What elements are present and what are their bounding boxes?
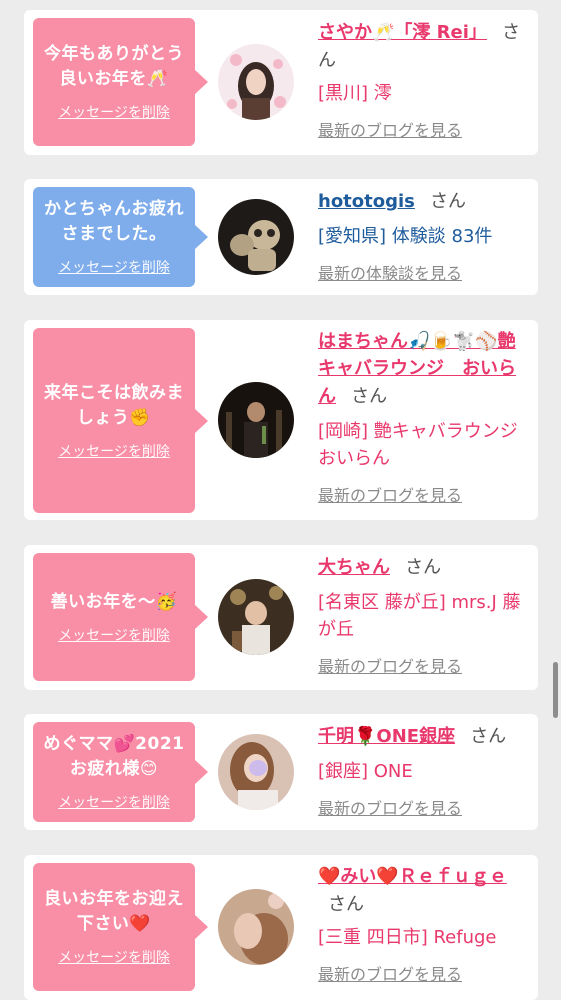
- location-text: [愛知県] 体験談 83件: [318, 226, 493, 247]
- honorific: さん: [470, 726, 507, 747]
- profile-name-link[interactable]: 大ちゃん: [318, 557, 390, 578]
- message-bubble: 来年こそは飲みましょう✊ メッセージを削除: [33, 328, 208, 513]
- honorific: さん: [405, 557, 442, 578]
- profile-name-link[interactable]: さやか🥂「澪 Rei」: [318, 22, 487, 43]
- message-card: 今年もありがとう良いお年を🥂 メッセージを削除 さやか🥂「澪 Rei」 さん […: [24, 10, 538, 155]
- scrollbar-thumb[interactable]: [553, 662, 558, 718]
- message-card: 善いお年を〜🥳 メッセージを削除 大ちゃん さん [名東区 藤が丘] mrs.J…: [24, 545, 538, 690]
- profile-info: ❤️みい❤️Ｒｅｆｕｇｅ さん [三重 四日市] Refuge 最新のブログを見…: [318, 863, 528, 985]
- location-text: [三重 四日市] Refuge: [318, 927, 497, 948]
- message-bubble: 今年もありがとう良いお年を🥂 メッセージを削除: [33, 18, 208, 146]
- delete-message-link[interactable]: メッセージを削除: [58, 257, 170, 277]
- location-text: [黒川] 澪: [318, 83, 392, 104]
- avatar[interactable]: [218, 579, 294, 655]
- latest-experience-link[interactable]: 最新の体験談を見る: [318, 260, 462, 284]
- avatar[interactable]: [218, 44, 294, 120]
- profile-info: 大ちゃん さん [名東区 藤が丘] mrs.J 藤が丘 最新のブログを見る: [318, 553, 528, 677]
- message-text: 善いお年を〜🥳: [50, 591, 178, 612]
- honorific: さん: [328, 894, 364, 915]
- latest-blog-link[interactable]: 最新のブログを見る: [318, 482, 462, 506]
- message-text: 今年もありがとう良いお年を🥂: [44, 44, 184, 89]
- profile-name-link[interactable]: hototogis: [318, 191, 415, 212]
- avatar[interactable]: [218, 734, 294, 810]
- profile-info: 千明🌹ONE銀座 さん [銀座] ONE 最新のブログを見る: [318, 722, 528, 819]
- message-list: 今年もありがとう良いお年を🥂 メッセージを削除 さやか🥂「澪 Rei」 さん […: [0, 0, 561, 1000]
- avatar[interactable]: [218, 199, 294, 275]
- avatar[interactable]: [218, 382, 294, 458]
- message-text: かとちゃんお疲れさまでした。: [44, 199, 184, 244]
- message-card: めぐママ💕2021お疲れ様😊 メッセージを削除 千明🌹ONE銀座 さん [銀座]…: [24, 714, 538, 830]
- delete-message-link[interactable]: メッセージを削除: [58, 625, 170, 645]
- profile-name-link[interactable]: はまちゃん🎣🍺🐩⚾艶キャバラウンジ おいらん: [318, 331, 516, 407]
- latest-blog-link[interactable]: 最新のブログを見る: [318, 117, 462, 141]
- location-text: [岡崎] 艶キャバラウンジ おいらん: [318, 421, 518, 469]
- honorific: さん: [351, 386, 388, 407]
- delete-message-link[interactable]: メッセージを削除: [58, 792, 170, 812]
- message-bubble: 良いお年をお迎え下さい❤️ メッセージを削除: [33, 863, 208, 991]
- message-text: 良いお年をお迎え下さい❤️: [44, 889, 184, 934]
- profile-name-link[interactable]: ❤️みい❤️Ｒｅｆｕｇｅ: [318, 866, 507, 887]
- latest-blog-link[interactable]: 最新のブログを見る: [318, 961, 462, 985]
- profile-info: さやか🥂「澪 Rei」 さん [黒川] 澪 最新のブログを見る: [318, 18, 528, 141]
- message-card: かとちゃんお疲れさまでした。 メッセージを削除 hototogis さん [愛知…: [24, 179, 538, 295]
- message-bubble: かとちゃんお疲れさまでした。 メッセージを削除: [33, 187, 208, 287]
- profile-name-link[interactable]: 千明🌹ONE銀座: [318, 726, 455, 747]
- avatar[interactable]: [218, 889, 294, 965]
- message-bubble: めぐママ💕2021お疲れ様😊 メッセージを削除: [33, 722, 208, 822]
- message-text: 来年こそは飲みましょう✊: [44, 382, 184, 428]
- message-card: 来年こそは飲みましょう✊ メッセージを削除 はまちゃん🎣🍺🐩⚾艶キャバラウンジ …: [24, 320, 538, 520]
- profile-info: はまちゃん🎣🍺🐩⚾艶キャバラウンジ おいらん さん [岡崎] 艶キャバラウンジ …: [318, 328, 528, 506]
- profile-info: hototogis さん [愛知県] 体験談 83件 最新の体験談を見る: [318, 187, 528, 284]
- delete-message-link[interactable]: メッセージを削除: [58, 947, 170, 967]
- delete-message-link[interactable]: メッセージを削除: [58, 102, 170, 122]
- message-text: めぐママ💕2021お疲れ様😊: [43, 734, 185, 779]
- location-text: [名東区 藤が丘] mrs.J 藤が丘: [318, 592, 521, 640]
- message-card: 良いお年をお迎え下さい❤️ メッセージを削除 ❤️みい❤️Ｒｅｆｕｇｅ さん […: [24, 855, 538, 1000]
- latest-blog-link[interactable]: 最新のブログを見る: [318, 795, 462, 819]
- location-text: [銀座] ONE: [318, 761, 413, 782]
- delete-message-link[interactable]: メッセージを削除: [58, 441, 170, 461]
- message-bubble: 善いお年を〜🥳 メッセージを削除: [33, 553, 208, 681]
- honorific: さん: [429, 191, 466, 212]
- latest-blog-link[interactable]: 最新のブログを見る: [318, 653, 462, 677]
